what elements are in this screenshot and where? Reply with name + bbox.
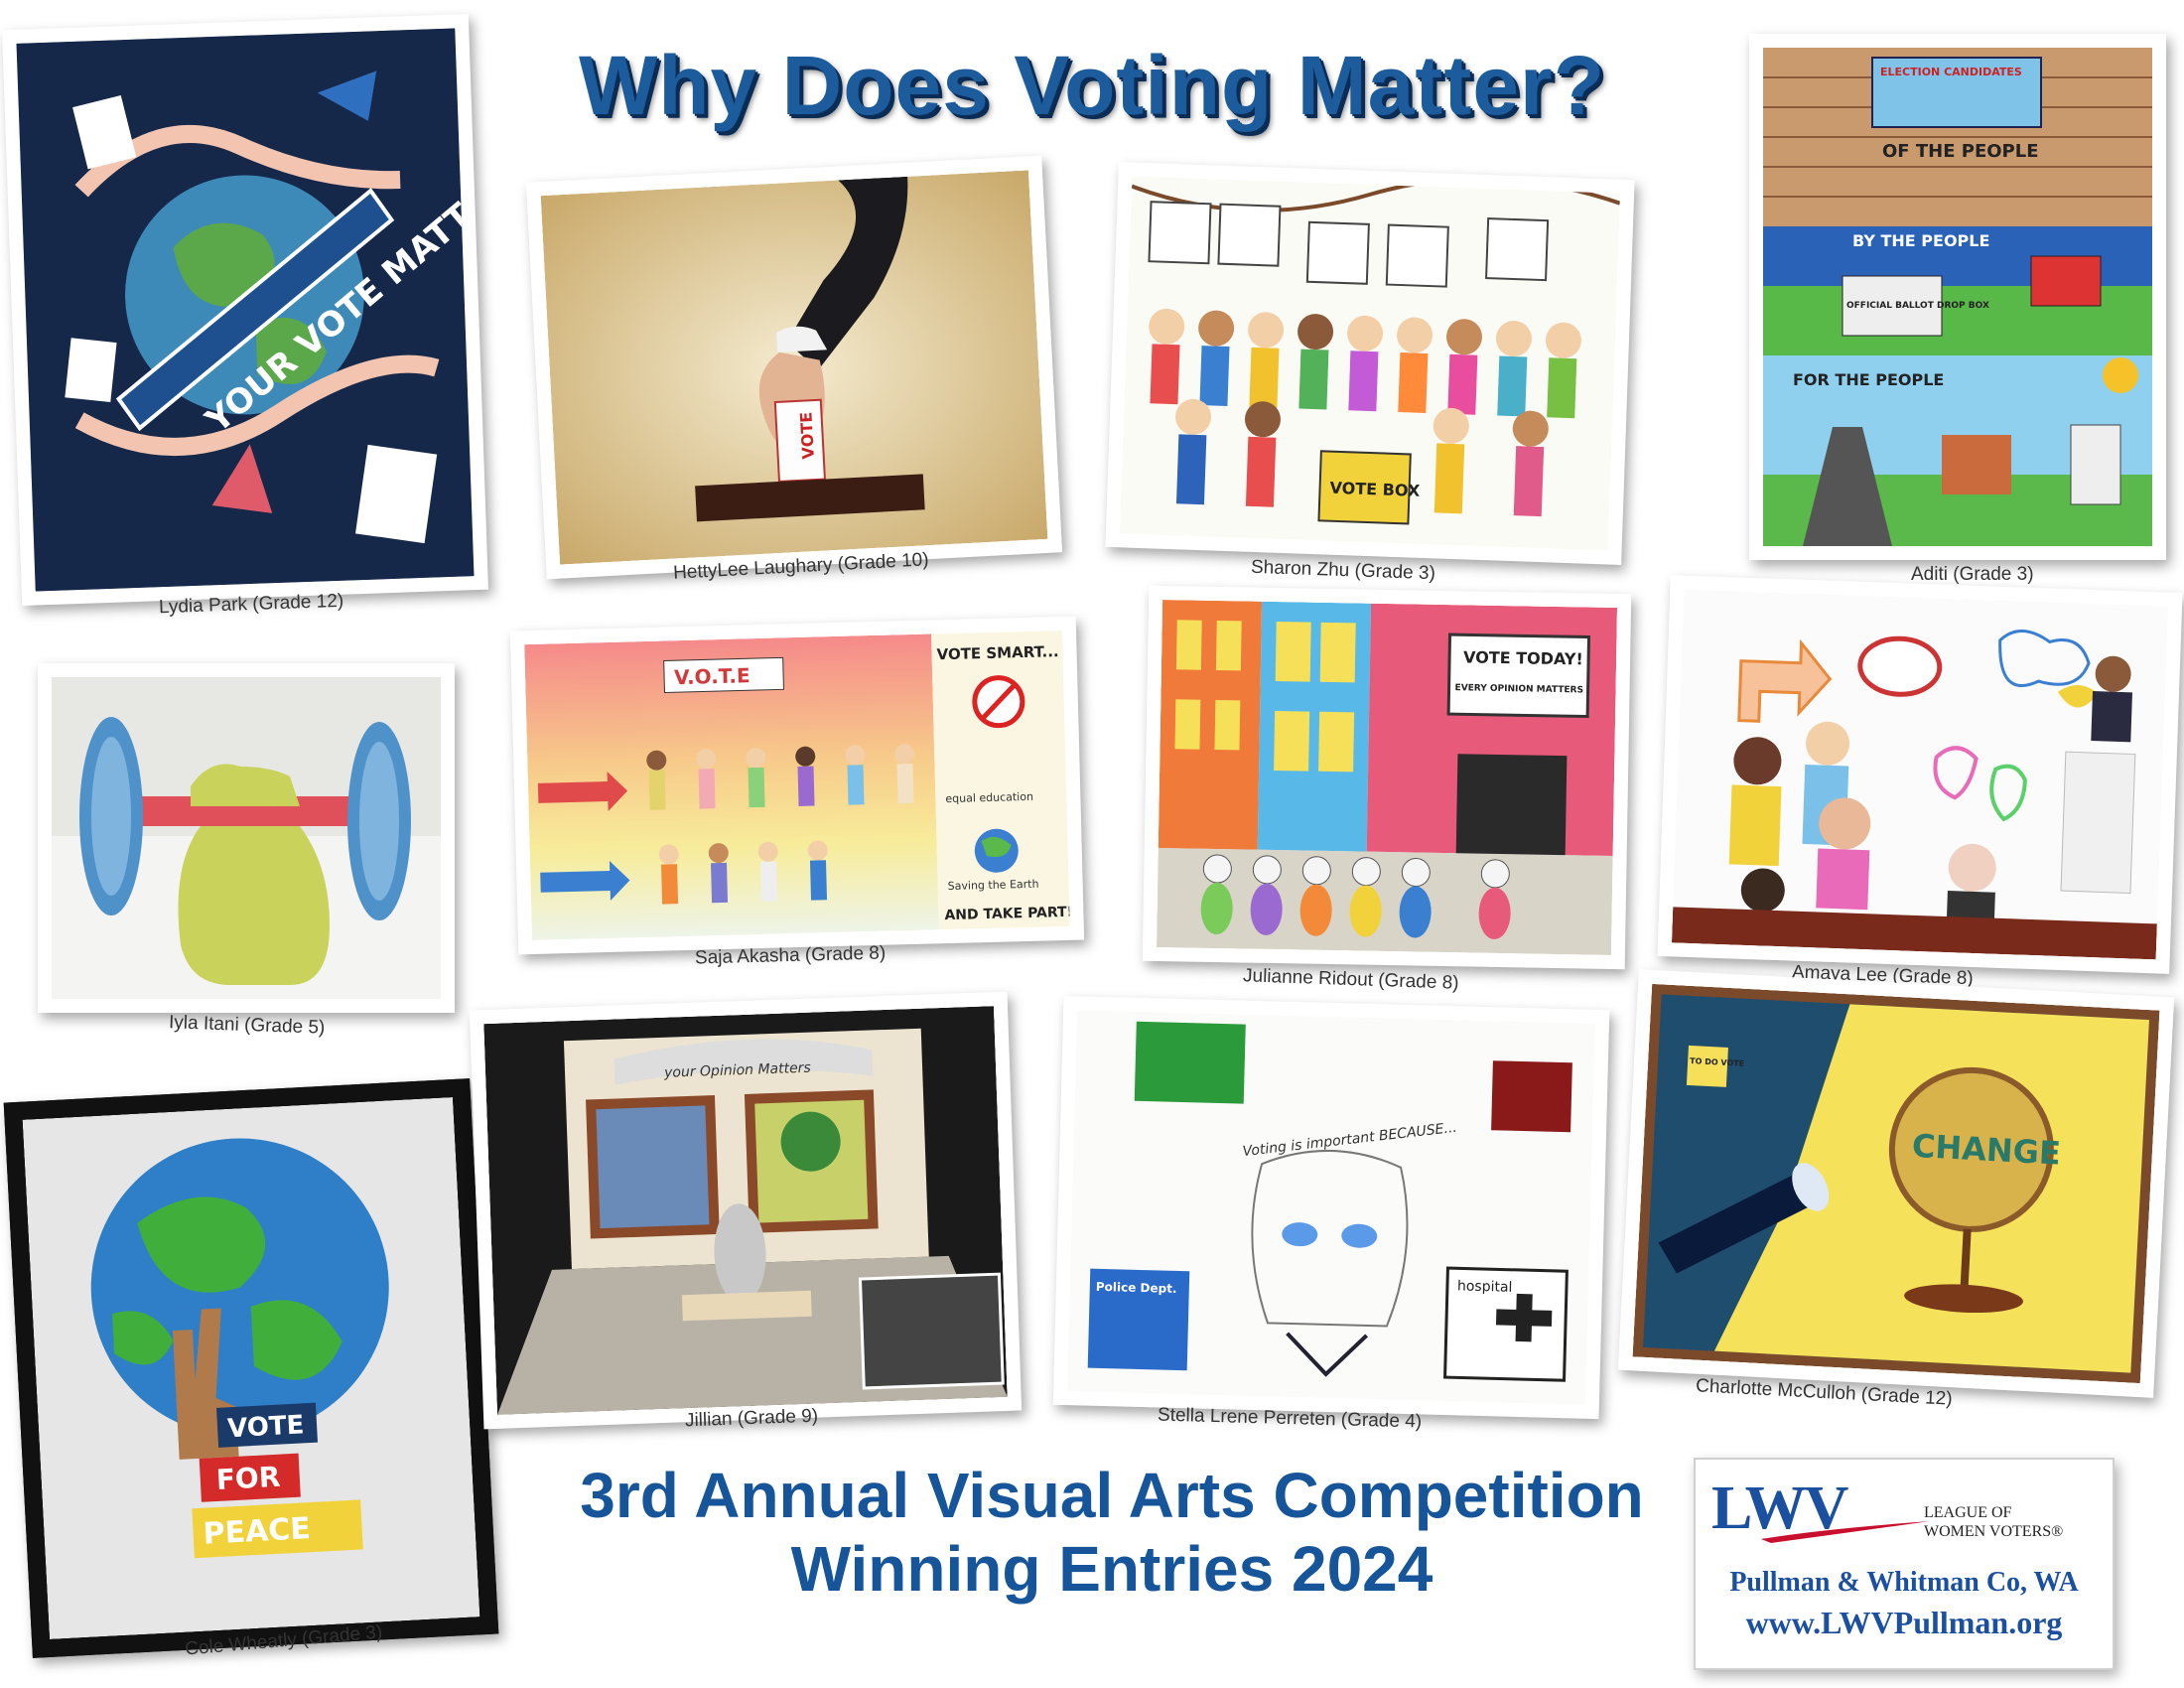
artwork-card-aditi[interactable]: ELECTION CANDIDATES OF THE PEOPLE BY THE… <box>1749 34 2166 560</box>
artwork-text: VOTE BOX <box>1329 479 1421 500</box>
artwork-text: Police Dept. <box>1096 1280 1177 1296</box>
artwork-text: VOTE <box>796 411 817 459</box>
artwork-image: your Opinion Matters <box>483 1006 1008 1415</box>
competition-title-line2: Winning Entries 2024 <box>790 1532 1433 1605</box>
artwork-text: VOTE SMART... <box>936 642 1058 663</box>
artwork-image: VOTE FOR PEACE <box>3 1078 499 1658</box>
artwork-card-sharon-zhu[interactable]: VOTE BOX <box>1105 162 1635 565</box>
artwork-caption: Jillian (Grade 9) <box>684 1405 819 1432</box>
lwv-org-name: LEAGUE OF WOMEN VOTERS® <box>1924 1503 2063 1541</box>
artwork-image: VOTE TODAY! EVERY OPINION MATTERS <box>1156 600 1618 955</box>
artwork-caption: Sharon Zhu (Grade 3) <box>1250 556 1436 585</box>
artwork-image <box>1671 589 2169 960</box>
artwork-text: VOTE TODAY! <box>1463 647 1583 668</box>
artwork-card-hettylee-laughary[interactable]: VOTE <box>525 155 1063 580</box>
artwork-text: FOR <box>215 1461 281 1496</box>
artwork-card-amaya-lee[interactable] <box>1657 575 2183 974</box>
artwork-card-cole-wheatly[interactable]: VOTE FOR PEACE <box>3 1078 499 1658</box>
artwork-text: OFFICIAL BALLOT DROP BOX <box>1846 301 1989 311</box>
artwork-card-saja-akasha[interactable]: V.O.T.E VOTE SMART... equal education Sa… <box>509 616 1085 955</box>
artwork-image: VOTE BOX <box>1119 176 1621 551</box>
artwork-text: VOTE <box>226 1410 305 1444</box>
artwork-caption: Aditi (Grade 3) <box>1911 564 2034 585</box>
artwork-text: Saving the Earth <box>948 878 1039 893</box>
artwork-card-jillian[interactable]: your Opinion Matters <box>469 991 1023 1430</box>
artwork-image: VOTE <box>540 170 1048 565</box>
lwv-org-line2: WOMEN VOTERS® <box>1924 1523 2064 1541</box>
artwork-text: BY THE PEOPLE <box>1852 231 1989 250</box>
competition-title: 3rd Annual Visual Arts Competition Winni… <box>467 1460 1757 1606</box>
artwork-card-lydia-park[interactable]: YOUR VOTE MATTERS <box>2 13 488 607</box>
artwork-text: FOR THE PEOPLE <box>1793 370 1944 389</box>
artwork-card-charlotte-mcculloh[interactable]: TO DO VOTE CHANGE <box>1617 969 2175 1398</box>
artwork-text: PEACE <box>203 1511 312 1552</box>
artwork-text: OF THE PEOPLE <box>1882 141 2039 162</box>
artwork-text: equal education <box>945 790 1033 805</box>
artwork-text: AND TAKE PART! <box>944 905 1070 923</box>
artwork-image: TO DO VOTE CHANGE <box>1632 983 2160 1384</box>
artwork-text: ELECTION CANDIDATES <box>1880 66 2022 78</box>
artwork-caption: Saja Akasha (Grade 8) <box>694 942 887 969</box>
artwork-card-stella-perreten[interactable]: Police Dept. hospital Voting is importan… <box>1052 995 1610 1420</box>
artwork-text: hospital <box>1457 1278 1513 1295</box>
lwv-logo-card[interactable]: LWV LEAGUE OF WOMEN VOTERS® Pullman & Wh… <box>1694 1458 2115 1670</box>
lwv-swoosh-icon <box>1761 1521 1930 1543</box>
artwork-image <box>52 677 441 999</box>
artwork-image: V.O.T.E VOTE SMART... equal education Sa… <box>524 630 1070 941</box>
lwv-chapter-name: Pullman & Whitman Co, WA <box>1729 1567 2079 1598</box>
artwork-image: Police Dept. hospital Voting is importan… <box>1067 1010 1595 1405</box>
artwork-text: CHANGE <box>1911 1127 2062 1173</box>
poster-title: Why Does Voting Matter? <box>578 39 1606 132</box>
lwv-org-line1: LEAGUE OF <box>1924 1504 2012 1521</box>
artwork-image: YOUR VOTE MATTERS <box>16 28 475 592</box>
artwork-caption: Iyla Itani (Grade 5) <box>168 1012 326 1039</box>
artwork-image: ELECTION CANDIDATES OF THE PEOPLE BY THE… <box>1763 48 2152 546</box>
competition-title-line1: 3rd Annual Visual Arts Competition <box>580 1460 1644 1531</box>
artwork-card-julianne-ridout[interactable]: VOTE TODAY! EVERY OPINION MATTERS <box>1142 585 1632 970</box>
lwv-website-link[interactable]: www.LWVPullman.org <box>1696 1605 2113 1641</box>
artwork-text: V.O.T.E <box>674 663 751 689</box>
artwork-card-iyla-itani[interactable] <box>38 663 455 1013</box>
artwork-caption: Julianne Ridout (Grade 8) <box>1242 965 1459 994</box>
